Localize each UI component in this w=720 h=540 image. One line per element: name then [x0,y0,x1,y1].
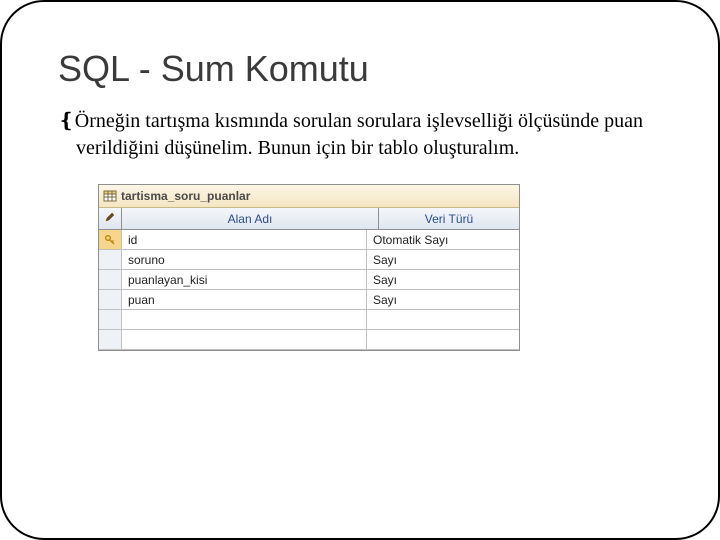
data-type-cell[interactable]: Otomatik Sayı [367,230,519,250]
row-selector-header[interactable] [99,208,122,230]
col-header-data-type[interactable]: Veri Türü [379,208,519,230]
bullet-glyph: ❴ [58,110,75,132]
primary-key-icon [104,234,116,246]
designer-row[interactable] [99,310,519,330]
row-selector[interactable] [99,270,122,290]
designer-row[interactable]: sorunoSayı [99,250,519,270]
row-selector[interactable] [99,310,122,330]
designer-row[interactable]: puanSayı [99,290,519,310]
row-selector[interactable] [99,290,122,310]
data-type-cell[interactable]: Sayı [367,270,519,290]
slide-paragraph: ❴Örneğin tartışma kısmında sorulan sorul… [58,108,662,162]
field-name-cell[interactable]: puanlayan_kisi [122,270,367,290]
row-selector[interactable] [99,250,122,270]
designer-row[interactable]: puanlayan_kisiSayı [99,270,519,290]
field-name-cell[interactable]: puan [122,290,367,310]
field-name-cell[interactable]: id [122,230,367,250]
row-selector[interactable] [99,330,122,350]
object-tab-label: tartisma_soru_puanlar [121,189,250,203]
row-selector[interactable] [99,230,122,250]
slide-frame: SQL - Sum Komutu ❴Örneğin tartışma kısmı… [0,0,720,540]
col-header-field-name[interactable]: Alan Adı [122,208,379,230]
designer-rows: idOtomatik SayısorunoSayıpuanlayan_kisiS… [99,230,519,350]
field-name-cell[interactable] [122,310,367,330]
designer-row[interactable]: idOtomatik Sayı [99,230,519,250]
designer-row[interactable] [99,330,519,350]
table-icon [103,189,117,203]
designer-header-row: Alan Adı Veri Türü [99,208,519,230]
object-tab[interactable]: tartisma_soru_puanlar [99,185,519,208]
data-type-cell[interactable] [367,310,519,330]
paragraph-text: Örneğin tartışma kısmında sorulan sorula… [75,110,643,159]
data-type-cell[interactable]: Sayı [367,290,519,310]
field-name-cell[interactable] [122,330,367,350]
table-designer: tartisma_soru_puanlar Alan Adı Veri Türü… [98,184,520,351]
slide-title: SQL - Sum Komutu [58,48,662,90]
field-name-cell[interactable]: soruno [122,250,367,270]
pencil-icon [105,212,115,225]
data-type-cell[interactable]: Sayı [367,250,519,270]
data-type-cell[interactable] [367,330,519,350]
